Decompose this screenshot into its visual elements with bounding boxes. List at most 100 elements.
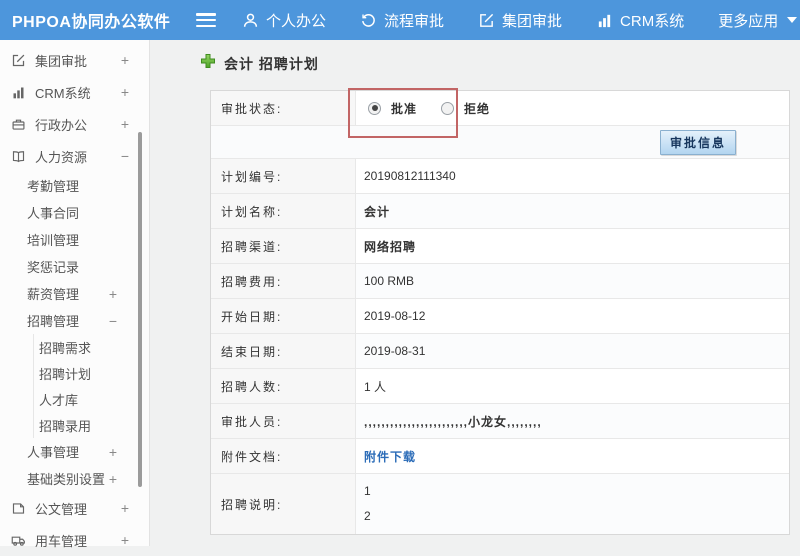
nav-personal-office[interactable]: 个人办公 — [242, 10, 326, 31]
sidebar-item-label: 考勤管理 — [27, 179, 80, 194]
approve-radio[interactable] — [368, 101, 381, 115]
field-value: 批准 拒绝 — [356, 91, 789, 125]
collapse-toggle[interactable]: − — [118, 148, 132, 164]
end-date-row: 结束日期: 2019-08-31 — [211, 334, 789, 369]
sidebar-item-recruit-demand[interactable]: 招聘需求 — [33, 334, 149, 360]
headcount-row: 招聘人数: 1 人 — [211, 369, 789, 404]
sidebar-item-label: 人才库 — [39, 392, 79, 408]
attachment-download-link[interactable]: 附件下载 — [364, 448, 416, 465]
approval-button-row: 审批信息 — [211, 126, 789, 159]
collapse-toggle[interactable]: − — [106, 313, 120, 329]
reject-radio-label[interactable]: 拒绝 — [464, 100, 490, 117]
recruit-plan-form: 审批状态: 批准 拒绝 审批信息 计划编号: 20190812111340 计划… — [210, 88, 790, 535]
field-value: 附件下载 — [356, 439, 789, 473]
edit-square-icon — [478, 12, 495, 29]
approval-info-button[interactable]: 审批信息 — [659, 129, 736, 155]
sidebar-item-label: 招聘需求 — [39, 340, 92, 356]
sidebar-item-label: 招聘管理 — [27, 314, 80, 329]
nav-more-apps[interactable]: 更多应用 — [718, 10, 798, 31]
sidebar-item-salary-mgmt[interactable]: 薪资管理 + — [0, 280, 149, 307]
field-label: 招聘人数: — [211, 369, 356, 403]
user-icon — [242, 12, 259, 29]
description-line: 1 — [364, 484, 371, 498]
sidebar-item-rewards-records[interactable]: 奖惩记录 — [0, 253, 149, 280]
top-navigation: 个人办公 流程审批 集团审批 CRM系统 更多应用 — [242, 10, 798, 31]
field-value: ,,,,,,,,,,,,,,,,,,,,,,,,小龙女,,,,,,,, — [356, 404, 789, 438]
nav-label: 更多应用 — [718, 12, 779, 30]
sidebar-item-label: 人事合同 — [27, 206, 80, 221]
expand-toggle[interactable]: + — [118, 116, 132, 132]
nav-crm-system[interactable]: CRM系统 — [596, 10, 684, 31]
nav-group-approval[interactable]: 集团审批 — [478, 10, 562, 31]
sidebar-item-group-approval[interactable]: 集团审批 + — [0, 44, 149, 76]
sidebar-item-recruit-plan[interactable]: 招聘计划 — [33, 360, 149, 386]
app-logo: PHPOA协同办公软件 — [12, 14, 171, 31]
sidebar-item-admin-office[interactable]: 行政办公 + — [0, 108, 149, 140]
hamburger-menu-icon[interactable] — [196, 13, 216, 27]
sidebar-item-recruit-mgmt[interactable]: 招聘管理 − — [0, 307, 149, 334]
book-icon — [10, 149, 26, 164]
sidebar-item-label: 培训管理 — [27, 233, 80, 248]
nav-label: CRM系统 — [620, 12, 685, 30]
field-label: 审批人员: — [211, 404, 356, 438]
sidebar-item-hr-contract[interactable]: 人事合同 — [0, 199, 149, 226]
bar-chart-icon — [596, 12, 613, 29]
sidebar-item-attendance[interactable]: 考勤管理 — [0, 172, 149, 199]
description-line: 2 — [364, 509, 371, 523]
sidebar-scrollbar[interactable] — [138, 132, 142, 487]
sidebar-item-label: 招聘录用 — [39, 418, 92, 434]
sidebar-item-personnel-mgmt[interactable]: 人事管理 + — [0, 438, 149, 465]
sidebar-item-label: 用车管理 — [35, 533, 88, 549]
sidebar-item-label: 奖惩记录 — [27, 260, 80, 275]
nav-workflow-approval[interactable]: 流程审批 — [360, 10, 444, 31]
expand-toggle[interactable]: + — [118, 500, 132, 516]
expand-toggle[interactable]: + — [118, 84, 132, 100]
approve-radio-label[interactable]: 批准 — [391, 100, 417, 117]
sidebar-item-crm[interactable]: CRM系统 + — [0, 76, 149, 108]
history-icon — [360, 12, 377, 29]
nav-label: 集团审批 — [502, 12, 563, 30]
field-value: 网络招聘 — [356, 229, 789, 263]
field-value: 100 RMB — [356, 264, 789, 298]
sidebar-item-base-category-settings[interactable]: 基础类别设置 + — [0, 465, 149, 492]
sidebar-item-label: 行政办公 — [35, 117, 88, 133]
field-value: 1 人 — [356, 369, 789, 403]
sidebar-item-label: 薪资管理 — [27, 287, 80, 302]
truck-icon — [10, 533, 26, 548]
field-label: 开始日期: — [211, 299, 356, 333]
field-value: 20190812111340 — [356, 159, 789, 193]
bar-chart-icon — [10, 85, 26, 100]
sidebar-item-hr[interactable]: 人力资源 − — [0, 140, 149, 172]
field-label: 计划名称: — [211, 194, 356, 228]
briefcase-icon — [10, 117, 26, 132]
attachment-row: 附件文档: 附件下载 — [211, 439, 789, 474]
field-label: 结束日期: — [211, 334, 356, 368]
main-content: 会计 招聘计划 审批状态: 批准 拒绝 审批信息 计划编号: 201908121… — [150, 40, 800, 546]
sidebar-item-label: CRM系统 — [35, 85, 91, 101]
sidebar-item-vehicle-mgmt[interactable]: 用车管理 + — [0, 524, 149, 556]
recruit-description-row: 招聘说明: 1 2 — [211, 474, 789, 534]
caret-down-icon — [787, 17, 798, 23]
field-label: 招聘说明: — [211, 474, 356, 534]
expand-toggle[interactable]: + — [118, 52, 132, 68]
sidebar-item-label: 人力资源 — [35, 149, 88, 165]
sidebar-item-label: 公文管理 — [35, 501, 88, 517]
nav-label: 流程审批 — [384, 12, 445, 30]
expand-toggle[interactable]: + — [106, 286, 120, 302]
sidebar-item-training[interactable]: 培训管理 — [0, 226, 149, 253]
top-header-bar: PHPOA协同办公软件 个人办公 流程审批 集团审批 CRM系统 更多应用 — [0, 0, 800, 40]
document-icon — [10, 501, 26, 516]
recruit-channel-row: 招聘渠道: 网络招聘 — [211, 229, 789, 264]
sidebar-item-recruit-hire[interactable]: 招聘录用 — [33, 412, 149, 438]
field-label: 附件文档: — [211, 439, 356, 473]
plan-number-row: 计划编号: 20190812111340 — [211, 159, 789, 194]
sidebar-item-document-mgmt[interactable]: 公文管理 + — [0, 492, 149, 524]
approval-status-row: 审批状态: 批准 拒绝 — [211, 91, 789, 126]
approval-radio-group: 批准 拒绝 — [364, 100, 504, 117]
sidebar-item-talent-pool[interactable]: 人才库 — [33, 386, 149, 412]
expand-toggle[interactable]: + — [106, 471, 120, 487]
expand-toggle[interactable]: + — [106, 444, 120, 460]
sidebar-item-label: 招聘计划 — [39, 366, 92, 382]
field-label: 计划编号: — [211, 159, 356, 193]
reject-radio[interactable] — [441, 101, 455, 115]
